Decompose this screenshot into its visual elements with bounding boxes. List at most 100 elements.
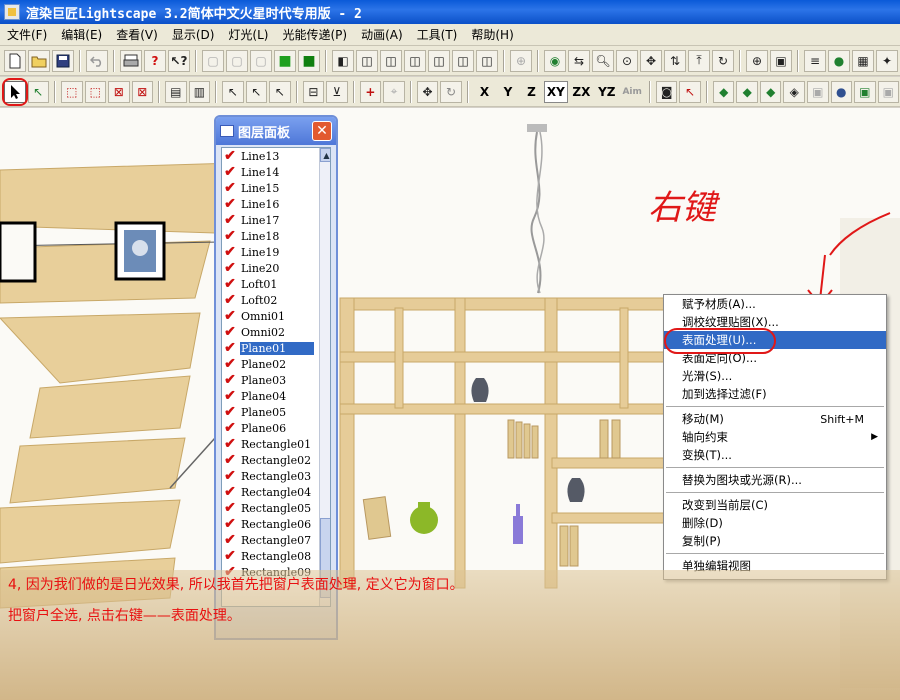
checkmark-icon[interactable]: ✔ (222, 197, 238, 211)
filter-arrow-icon[interactable]: ⊻ (326, 80, 348, 103)
checkmark-icon[interactable]: ✔ (222, 325, 238, 339)
display-mode-3-icon[interactable]: ◆ (759, 80, 782, 103)
checkmark-icon[interactable]: ✔ (222, 261, 238, 275)
axis-yz-button[interactable]: YZ (595, 81, 618, 103)
layer-item[interactable]: ✔ Line15 (222, 180, 330, 196)
checkmark-icon[interactable]: ✔ (222, 437, 238, 451)
measure-disabled-icon[interactable]: ⌖ (383, 80, 405, 103)
axis-x-button[interactable]: X (474, 81, 495, 103)
checkmark-icon[interactable]: ✔ (222, 213, 238, 227)
context-help-icon[interactable]: ↖? (168, 49, 190, 72)
checkmark-icon[interactable]: ✔ (222, 549, 238, 563)
context-menu-item[interactable]: 复制(P) (664, 532, 886, 550)
checkmark-icon[interactable]: ✔ (222, 293, 238, 307)
cube-green-solid-icon[interactable]: ■ (298, 49, 320, 72)
layers-icon[interactable]: ≡ (804, 49, 826, 72)
light-probe-icon[interactable]: ↖ (679, 80, 701, 103)
axis-xy-button[interactable]: XY (544, 80, 568, 103)
layer-item[interactable]: ✔ Plane04 (222, 388, 330, 404)
menu-light[interactable]: 灯光(L) (221, 26, 275, 43)
layer-item[interactable]: ✔ Rectangle08 (222, 548, 330, 564)
layer-panel-close-button[interactable]: ✕ (312, 121, 332, 141)
checkmark-icon[interactable]: ✔ (222, 453, 238, 467)
context-menu-item[interactable]: 轴向约束 ▶ (664, 428, 886, 446)
select-by-layer-icon[interactable]: ↖ (269, 80, 291, 103)
zoom-extents-icon[interactable]: ⊕ (746, 49, 768, 72)
menu-help[interactable]: 帮助(H) (464, 26, 520, 43)
display-light-icon[interactable]: ▣ (877, 80, 900, 103)
menu-tools[interactable]: 工具(T) (410, 26, 465, 43)
tilt-icon[interactable]: ⤒ (688, 49, 710, 72)
checkmark-icon[interactable]: ✔ (222, 245, 238, 259)
deselect-crossing-icon[interactable]: ⊠ (131, 80, 154, 103)
aim-button[interactable]: Aim (620, 81, 643, 103)
layer-item[interactable]: ✔ Line20 (222, 260, 330, 276)
cube-shaded-icon[interactable]: ▢ (250, 49, 272, 72)
axis-z-button[interactable]: Z (521, 81, 542, 103)
rotate-icon[interactable]: ↻ (440, 80, 462, 103)
checkmark-icon[interactable]: ✔ (222, 341, 238, 355)
materials-icon[interactable]: ● (828, 49, 850, 72)
layer-item[interactable]: ✔ Plane02 (222, 356, 330, 372)
menu-animation[interactable]: 动画(A) (354, 26, 410, 43)
pan-icon[interactable]: ✥ (640, 49, 662, 72)
view-camera-icon[interactable]: ◧ (332, 49, 354, 72)
layer-item[interactable]: ✔ Line16 (222, 196, 330, 212)
menu-edit[interactable]: 编辑(E) (54, 26, 109, 43)
blocks-icon[interactable]: ▦ (852, 49, 874, 72)
view-left-icon[interactable]: ◫ (404, 49, 426, 72)
layer-item[interactable]: ✔ Rectangle05 (222, 500, 330, 516)
layer-item[interactable]: ✔ Omni01 (222, 308, 330, 324)
select-filter-icon[interactable]: ⊟ (302, 80, 325, 103)
select-window-icon[interactable]: ⬚ (61, 80, 83, 103)
layer-item[interactable]: ✔ Plane01 (222, 340, 330, 356)
display-texture-icon[interactable]: ▣ (854, 80, 876, 103)
layer-item[interactable]: ✔ Omni02 (222, 324, 330, 340)
context-menu-item[interactable]: 替换为图块或光源(R)... (664, 471, 886, 489)
select-crossing-icon[interactable]: ⬚ (84, 80, 107, 103)
layer-item[interactable]: ✔ Rectangle04 (222, 484, 330, 500)
checkmark-icon[interactable]: ✔ (222, 533, 238, 547)
display-solid-icon[interactable]: ● (830, 80, 853, 103)
layer-list[interactable]: ✔ Line13 ✔ Line14 ✔ Line15 ✔ Line16 ✔ Line17 ✔ Line… (221, 147, 331, 607)
layer-item[interactable]: ✔ Plane05 (222, 404, 330, 420)
context-menu-item[interactable]: 加到选择过滤(F) (664, 385, 886, 403)
zoom-disabled-icon[interactable]: ⊕ (510, 49, 532, 72)
select-surface-icon[interactable]: ↖ (222, 80, 244, 103)
checkmark-icon[interactable]: ✔ (222, 405, 238, 419)
zoom-region-icon[interactable]: ⊙ (616, 49, 638, 72)
checkmark-icon[interactable]: ✔ (222, 469, 238, 483)
view-front-icon[interactable]: ◫ (356, 49, 378, 72)
menu-display[interactable]: 显示(D) (165, 26, 222, 43)
move-icon[interactable]: ✥ (416, 80, 439, 103)
dolly-icon[interactable]: ⇅ (664, 49, 686, 72)
checkmark-icon[interactable]: ✔ (222, 485, 238, 499)
display-wire-icon[interactable]: ▣ (807, 80, 829, 103)
cube-green-icon[interactable]: ■ (274, 49, 296, 72)
display-mode-1-icon[interactable]: ◆ (712, 80, 735, 103)
layer-item[interactable]: ✔ Rectangle02 (222, 452, 330, 468)
layer-item[interactable]: ✔ Rectangle03 (222, 468, 330, 484)
layer-item[interactable]: ✔ Loft01 (222, 276, 330, 292)
layer-item[interactable]: ✔ Line19 (222, 244, 330, 260)
help-icon[interactable]: ? (144, 49, 166, 72)
select-all-icon[interactable]: ▤ (165, 80, 187, 103)
checkmark-icon[interactable]: ✔ (222, 517, 238, 531)
add-point-icon[interactable]: + (359, 80, 382, 103)
layer-item[interactable]: ✔ Rectangle07 (222, 532, 330, 548)
new-file-icon[interactable] (4, 49, 26, 72)
checkmark-icon[interactable]: ✔ (222, 165, 238, 179)
display-mode-2-icon[interactable]: ◆ (736, 80, 758, 103)
menu-radiosity[interactable]: 光能传递(P) (275, 26, 354, 43)
layer-item[interactable]: ✔ Line18 (222, 228, 330, 244)
layer-item[interactable]: ✔ Rectangle06 (222, 516, 330, 532)
select-by-material-icon[interactable]: ↖ (245, 80, 268, 103)
lights-icon[interactable]: ✦ (876, 49, 898, 72)
save-icon[interactable] (52, 49, 74, 72)
layer-item[interactable]: ✔ Line13 (222, 148, 330, 164)
checkmark-icon[interactable]: ✔ (222, 277, 238, 291)
scroll-up-icon[interactable]: ▲ (320, 148, 330, 162)
context-menu-item[interactable]: 光滑(S)... (664, 367, 886, 385)
zoom-window-icon[interactable]: ▣ (770, 49, 792, 72)
undo-icon[interactable] (86, 49, 108, 72)
